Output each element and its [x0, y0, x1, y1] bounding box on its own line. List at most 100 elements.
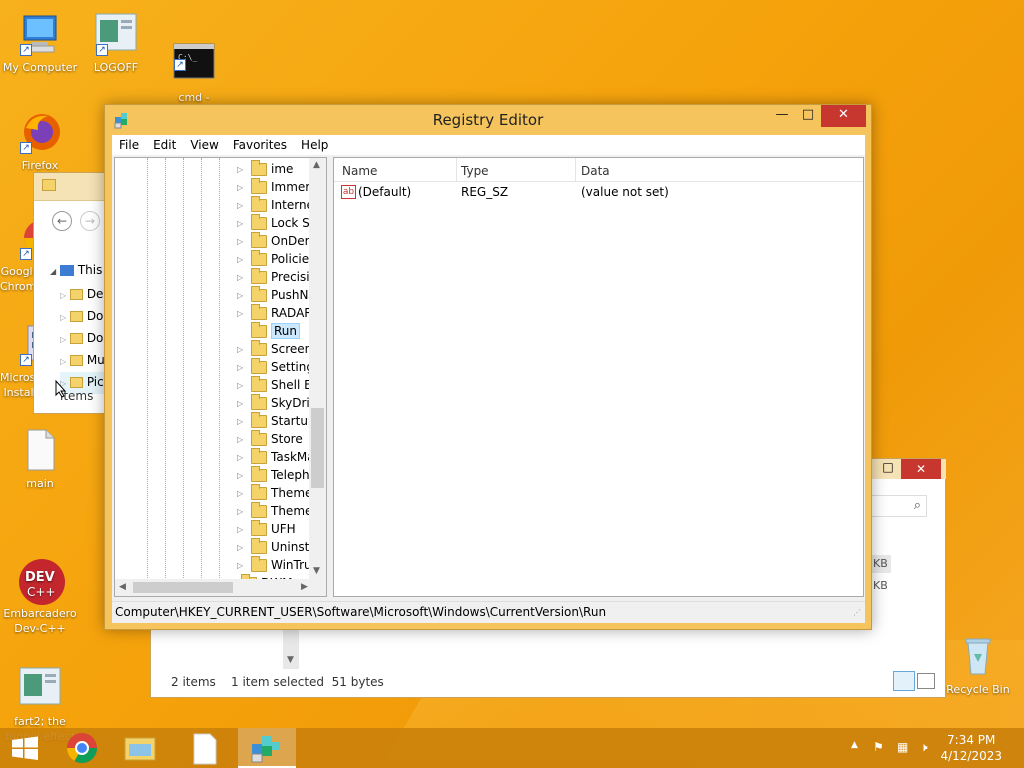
minimize-button[interactable]: —	[769, 105, 795, 127]
tree-item[interactable]: Run	[237, 321, 301, 340]
tree-item[interactable]: ▷ Store	[237, 429, 303, 448]
tree-item[interactable]: ▷ Uninsta	[237, 537, 317, 556]
expand-arrow-icon[interactable]: ▷	[237, 219, 247, 228]
tree-item[interactable]: ▷ Telepho	[237, 465, 317, 484]
expand-arrow-icon[interactable]: ▷	[237, 435, 247, 444]
forward-arrow-icon[interactable]: →	[80, 211, 100, 231]
expand-arrow-icon[interactable]: ▷	[237, 183, 247, 192]
column-header-data[interactable]: Data	[581, 164, 610, 178]
expand-arrow-icon[interactable]: ▷	[237, 201, 247, 210]
details-view-icon[interactable]	[893, 671, 915, 691]
expand-arrow-icon[interactable]: ▷	[237, 273, 247, 282]
desktop-icon-recycle-bin[interactable]: Recycle Bin	[938, 634, 1018, 697]
taskbar-chrome[interactable]	[57, 728, 107, 768]
tree-item[interactable]: ▷ De	[60, 284, 105, 306]
tree-item[interactable]: ▷ Policies	[237, 249, 315, 268]
clock[interactable]: 7:34 PM 4/12/2023	[940, 732, 1002, 764]
maximize-button[interactable]: □	[875, 460, 901, 478]
tree-item[interactable]: ▷ Theme	[237, 501, 312, 520]
tree-item[interactable]: ▷ Startup	[237, 411, 316, 430]
values-list[interactable]: Name Type Data ab (Default) REG_SZ (valu…	[333, 157, 864, 597]
titlebar[interactable]: Registry Editor — □ ✕	[105, 105, 871, 135]
scrollbar[interactable]: ▼	[283, 627, 299, 669]
column-header-type[interactable]: Type	[461, 164, 489, 178]
tree-item[interactable]: ▷ Interne	[237, 195, 314, 214]
scroll-right-icon[interactable]: ▶	[301, 582, 308, 592]
maximize-button[interactable]: □	[795, 105, 821, 127]
expand-arrow-icon[interactable]: ▷	[237, 471, 247, 480]
column-header-name[interactable]: Name	[342, 164, 377, 178]
tree-vertical-scrollbar[interactable]: ▲ ▼	[309, 158, 326, 581]
menu-help[interactable]: Help	[294, 138, 335, 152]
tree-item[interactable]: ▷ Mu	[60, 350, 105, 372]
expand-arrow-icon[interactable]: ▷	[237, 381, 247, 390]
column-divider[interactable]	[575, 158, 576, 182]
tree-item[interactable]: ▷ Setting	[237, 357, 314, 376]
expand-arrow-icon[interactable]: ▷	[237, 291, 247, 300]
search-box[interactable]: ⌕	[871, 495, 927, 517]
expand-arrow-icon[interactable]: ▷	[237, 543, 247, 552]
close-button[interactable]: ✕	[901, 459, 941, 479]
tree-item[interactable]: ▷ UFH	[237, 519, 296, 538]
tree-item[interactable]: ▷ PushNo	[237, 285, 316, 304]
explorer-window-back[interactable]: ← → ◢ This ▷ De ▷ Do ▷ Do ▷ Mu ▷ Pic ite…	[33, 172, 113, 414]
registry-editor-window[interactable]: Registry Editor — □ ✕ File Edit View Fav…	[104, 104, 872, 630]
expand-arrow-icon[interactable]: ▷	[237, 309, 247, 318]
desktop-icon-firefox[interactable]: ↗ Firefox	[0, 110, 80, 173]
column-divider[interactable]	[456, 158, 457, 182]
tree-item[interactable]: ▷ Shell Ex	[237, 375, 319, 394]
scrollbar-thumb[interactable]	[311, 408, 324, 488]
tree-item-this-pc[interactable]: ◢ This	[50, 263, 102, 277]
tree-item[interactable]: ▷ WinTru	[237, 555, 312, 574]
tiles-view-icon[interactable]	[917, 673, 935, 689]
scrollbar-thumb[interactable]	[133, 582, 233, 593]
tree-item[interactable]: ▷ RADAR	[237, 303, 313, 322]
menu-edit[interactable]: Edit	[146, 138, 183, 152]
tree-item[interactable]: ▷ Precisic	[237, 267, 316, 286]
start-button[interactable]	[0, 728, 50, 768]
expand-arrow-icon[interactable]: ▷	[237, 345, 247, 354]
desktop-icon-devcpp[interactable]: DEV C++ Embarcadero Dev-C++	[0, 528, 80, 651]
tree-horizontal-scrollbar[interactable]: ◀ ▶	[115, 579, 326, 596]
menu-view[interactable]: View	[183, 138, 225, 152]
expand-arrow-icon[interactable]: ▷	[237, 561, 247, 570]
tree-item[interactable]: ▷ Immers	[237, 177, 317, 196]
tree-item[interactable]: ▷ Do	[60, 306, 105, 328]
expand-arrow-icon[interactable]: ▷	[237, 489, 247, 498]
tree-item[interactable]: ▷ TaskMa	[237, 447, 315, 466]
resize-grip-icon[interactable]: ⋰	[853, 608, 861, 617]
expand-arrow-icon[interactable]: ▷	[237, 525, 247, 534]
taskbar-file-explorer[interactable]	[115, 728, 165, 768]
taskbar-regedit[interactable]	[238, 728, 296, 768]
desktop-icon-my-computer[interactable]: ↗ My Computer	[0, 12, 80, 75]
network-icon[interactable]: ▦	[897, 740, 908, 754]
menu-favorites[interactable]: Favorites	[226, 138, 294, 152]
menu-file[interactable]: File	[112, 138, 146, 152]
expand-arrow-icon[interactable]: ▷	[237, 363, 247, 372]
desktop-icon-logoff[interactable]: ↗ LOGOFF	[76, 12, 156, 75]
tree-item[interactable]: ▷ OnDem	[237, 231, 316, 250]
desktop-icon-main[interactable]: main	[0, 428, 80, 491]
expand-arrow-icon[interactable]: ▷	[237, 507, 247, 516]
scroll-down-icon[interactable]: ▼	[313, 566, 320, 576]
close-button[interactable]: ✕	[821, 105, 866, 127]
expand-arrow-icon[interactable]: ▷	[237, 417, 247, 426]
key-tree[interactable]: ▷ ime ▷ Immers ▷ Interne ▷ Lock Sc ▷ OnDem ▷ Polici…	[114, 157, 327, 597]
expand-arrow-icon[interactable]: ▷	[237, 255, 247, 264]
tree-item[interactable]: ▷ Theme	[237, 483, 312, 502]
show-hidden-icons-icon[interactable]: ▲	[851, 740, 858, 750]
tree-item[interactable]: ▷ SkyDriv	[237, 393, 317, 412]
tree-item[interactable]: ▷ Lock Sc	[237, 213, 316, 232]
scroll-left-icon[interactable]: ◀	[119, 582, 126, 592]
value-row[interactable]: ab (Default) REG_SZ (value not set)	[334, 184, 863, 202]
back-arrow-icon[interactable]: ←	[52, 211, 72, 231]
expand-arrow-icon[interactable]: ▷	[237, 453, 247, 462]
tree-item[interactable]: ▷ Do	[60, 328, 105, 350]
expand-arrow-icon[interactable]: ▷	[237, 399, 247, 408]
tree-item[interactable]: ▷ Screens	[237, 339, 319, 358]
expand-arrow-icon[interactable]: ▷	[237, 237, 247, 246]
action-center-flag-icon[interactable]: ⚑	[873, 740, 884, 754]
taskbar-notepad[interactable]	[180, 728, 230, 768]
scroll-up-icon[interactable]: ▲	[313, 160, 320, 170]
expand-arrow-icon[interactable]: ▷	[237, 165, 247, 174]
